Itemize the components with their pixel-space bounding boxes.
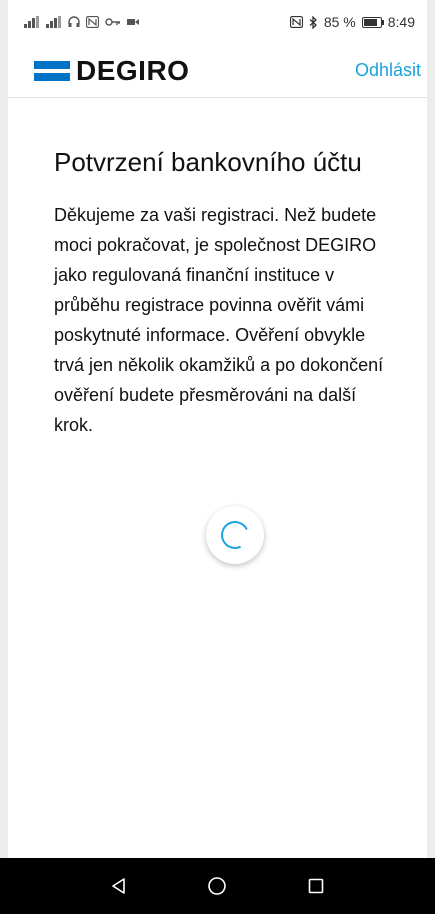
main-content: Potvrzení bankovního účtu Děkujeme za va… — [54, 146, 397, 440]
status-icons-right: 85 % 8:49 — [289, 14, 415, 30]
status-time: 8:49 — [387, 14, 415, 30]
bluetooth-icon — [309, 15, 318, 29]
nfc-icon — [86, 16, 99, 28]
back-icon[interactable] — [101, 868, 137, 904]
phone-screen: 85 % 8:49 DEGIRO Odhlásit Potvrzení bank… — [0, 0, 435, 914]
signal-icon — [24, 16, 40, 28]
signal-icon — [46, 16, 62, 28]
nfc-status-icon — [289, 16, 303, 28]
recents-icon[interactable] — [298, 868, 334, 904]
headset-icon — [68, 16, 80, 28]
video-icon — [127, 17, 139, 27]
loading-spinner — [206, 506, 264, 564]
system-navigation-bar — [0, 858, 435, 914]
battery-percent: 85 % — [323, 14, 356, 30]
verification-message: Děkujeme za vaši registraci. Než budete … — [54, 204, 384, 435]
battery-icon — [361, 16, 384, 28]
status-icons-left — [24, 16, 139, 28]
spinner-icon — [217, 517, 253, 553]
logout-link[interactable]: Odhlásit — [355, 60, 427, 81]
logo-mark-icon — [34, 60, 70, 81]
logo-text: DEGIRO — [76, 54, 190, 86]
page-title: Potvrzení bankovního účtu — [54, 147, 362, 177]
home-icon[interactable] — [199, 868, 235, 904]
degiro-logo[interactable]: DEGIRO — [34, 55, 189, 87]
key-icon — [105, 17, 121, 27]
status-bar: 85 % 8:49 — [8, 0, 427, 44]
app-header: DEGIRO Odhlásit — [8, 44, 427, 98]
